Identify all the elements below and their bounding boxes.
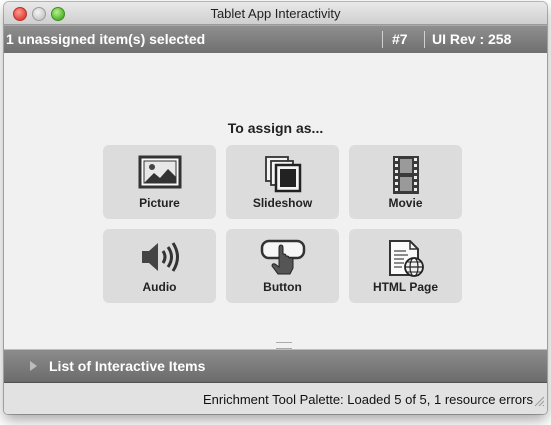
- tile-label: Picture: [139, 196, 180, 210]
- assign-button-button[interactable]: Button: [226, 229, 339, 303]
- split-resize-handle[interactable]: [276, 342, 292, 349]
- tile-label: Movie: [388, 196, 423, 210]
- list-section-label: List of Interactive Items: [49, 358, 206, 374]
- assign-audio-button[interactable]: Audio: [103, 229, 216, 303]
- tile-label: Audio: [142, 280, 177, 294]
- assign-picture-button[interactable]: Picture: [103, 145, 216, 219]
- ui-revision: UI Rev : 258: [432, 31, 512, 47]
- tile-label: HTML Page: [372, 280, 439, 294]
- window-title: Tablet App Interactivity: [210, 6, 341, 21]
- selection-status: 1 unassigned item(s) selected: [6, 31, 206, 47]
- status-text: Enrichment Tool Palette: Loaded 5 of 5, …: [202, 392, 533, 407]
- assign-panel: To assign as... Picture Slideshow Movie …: [4, 53, 547, 349]
- tile-label: Button: [263, 280, 302, 294]
- header-divider: [382, 31, 383, 48]
- assign-movie-button[interactable]: Movie: [349, 145, 462, 219]
- selection-header-bar: 1 unassigned item(s) selected #7 UI Rev …: [4, 25, 547, 54]
- assign-html-page-button[interactable]: HTML Page: [349, 229, 462, 303]
- disclosure-triangle-icon[interactable]: [30, 361, 37, 371]
- tile-label: Slideshow: [252, 196, 313, 210]
- interactive-items-section[interactable]: List of Interactive Items: [4, 349, 547, 383]
- resize-grip-icon[interactable]: [533, 394, 545, 412]
- assign-slideshow-button[interactable]: Slideshow: [226, 145, 339, 219]
- title-bar[interactable]: Tablet App Interactivity: [4, 2, 547, 25]
- assign-heading: To assign as...: [227, 120, 324, 136]
- app-window: Tablet App Interactivity 1 unassigned it…: [4, 2, 547, 414]
- header-divider: [424, 31, 425, 48]
- item-number: #7: [392, 31, 408, 47]
- status-bar: Enrichment Tool Palette: Loaded 5 of 5, …: [4, 383, 547, 414]
